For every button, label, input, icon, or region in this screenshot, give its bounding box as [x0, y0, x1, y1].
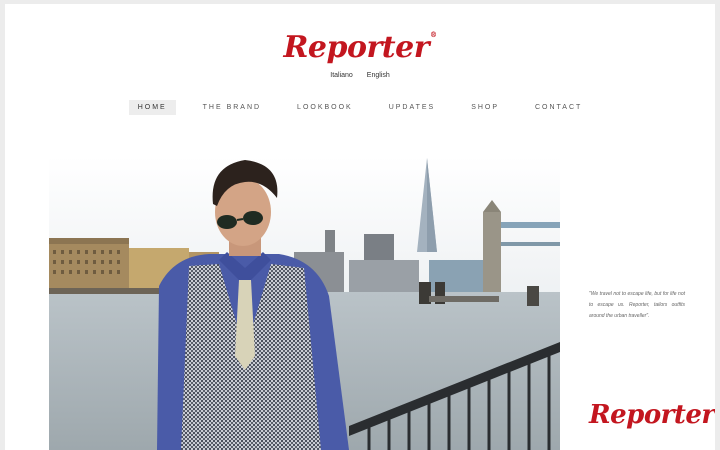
nav-lookbook[interactable]: LOOKBOOK: [288, 100, 362, 115]
nav-the-brand[interactable]: THE BRAND: [194, 100, 270, 115]
main-nav: HOME THE BRAND LOOKBOOK UPDATES SHOP CON…: [5, 100, 715, 115]
nav-home[interactable]: HOME: [128, 100, 176, 115]
lang-english[interactable]: English: [367, 72, 390, 79]
hero-image: [49, 156, 560, 450]
nav-shop[interactable]: SHOP: [462, 100, 508, 115]
brand-logo[interactable]: Reporter®: [5, 30, 715, 65]
brand-quote: "We travel not to escape life, but for l…: [589, 291, 685, 319]
nav-contact[interactable]: CONTACT: [526, 100, 591, 115]
lang-italiano[interactable]: Italiano: [330, 72, 353, 79]
language-switcher: Italiano English: [5, 72, 715, 79]
registered-mark: ®: [430, 30, 437, 39]
hero-photo: [49, 156, 560, 450]
nav-updates[interactable]: UPDATES: [380, 100, 445, 115]
page: Reporter® Italiano English HOME THE BRAN…: [5, 4, 715, 450]
brand-logo-text: Reporter: [283, 30, 430, 65]
footer-logo[interactable]: Reporter®: [589, 400, 715, 430]
footer-logo-text: Reporter: [589, 400, 715, 430]
